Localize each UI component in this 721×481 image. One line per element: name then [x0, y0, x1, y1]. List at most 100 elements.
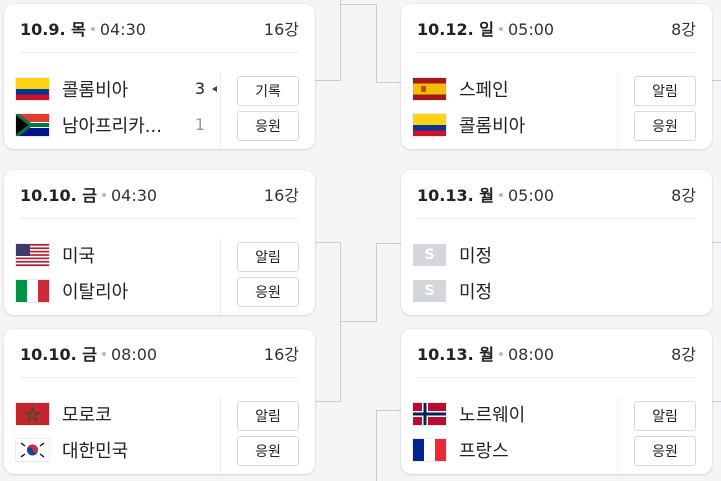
bracket-line: [315, 242, 340, 243]
match-time: 04:30: [99, 20, 146, 39]
match-time: 08:00: [507, 345, 555, 364]
tbd-flag-icon: S: [413, 280, 446, 302]
bracket-line: [340, 242, 341, 402]
bracket-line: [376, 410, 402, 411]
team-score: 3: [194, 79, 205, 98]
flag-colombia-icon: [413, 114, 446, 136]
match-date: 10.13. 월: [417, 345, 494, 364]
divider: [220, 72, 221, 149]
match-card[interactable]: 10.10. 금 04:30 16강미국이탈리아 알림응원: [4, 170, 315, 315]
flag-france-icon: [413, 439, 446, 461]
bracket-line: [340, 0, 341, 81]
match-header: 10.13. 월 08:00 8강: [417, 329, 696, 378]
match-date: 10.13. 월: [417, 186, 494, 205]
divider: [617, 72, 618, 149]
team-name: 미정: [459, 246, 493, 267]
separator-dot: [498, 27, 503, 31]
team-name: 스페인: [459, 80, 509, 101]
divider: [220, 238, 221, 315]
match-round: 16강: [263, 186, 299, 205]
cheer-button[interactable]: 응원: [237, 277, 299, 307]
match-round: 16강: [263, 345, 299, 364]
match-header: 10.10. 금 08:00 16강: [20, 329, 299, 378]
tbd-flag-icon: S: [413, 244, 446, 266]
match-time: 08:00: [110, 345, 158, 364]
team-name: 남아프리카...: [62, 116, 162, 137]
match-header: 10.10. 금 04:30 16강: [20, 170, 299, 219]
record-button[interactable]: 기록: [237, 76, 299, 106]
bracket-line: [712, 80, 721, 81]
notify-button[interactable]: 알림: [237, 401, 299, 431]
bracket-line: [376, 243, 377, 322]
team-row[interactable]: 대한민국: [16, 435, 128, 465]
bracket-line: [376, 4, 377, 82]
flag-morocco-icon: [16, 403, 49, 425]
team-row[interactable]: 이탈리아: [16, 276, 128, 306]
team-name: 프랑스: [459, 441, 509, 462]
match-time: 05:00: [507, 186, 555, 205]
team-row[interactable]: 콜롬비아: [413, 110, 525, 140]
match-card[interactable]: 10.13. 월 05:00 8강 S 미정 S 미정: [401, 170, 712, 315]
flag-usa-icon: [16, 244, 49, 266]
team-row[interactable]: 콜롬비아: [16, 74, 128, 104]
team-name: 이탈리아: [62, 282, 129, 303]
team-name: 콜롬비아: [459, 116, 526, 137]
separator-dot: [498, 352, 503, 356]
flag-italy-icon: [16, 280, 49, 302]
match-header: 10.9. 목 04:30 16강: [20, 4, 299, 53]
notify-button[interactable]: 알림: [237, 242, 299, 272]
flag-korea-icon: [16, 439, 49, 461]
flag-norway-icon: [413, 403, 446, 425]
separator-dot: [101, 193, 106, 197]
match-card[interactable]: 10.9. 목 04:30 16강 콜롬비아 3 남아프리카... 1 기록 응원: [4, 4, 315, 149]
match-round: 8강: [671, 20, 696, 39]
match-round: 8강: [671, 186, 696, 205]
team-row[interactable]: 남아프리카...: [16, 110, 162, 140]
bracket-line: [315, 80, 340, 81]
team-row[interactable]: 모로코: [16, 399, 112, 429]
match-time: 05:00: [507, 20, 555, 39]
divider: [617, 397, 618, 474]
match-date: 10.12. 일: [417, 20, 494, 39]
bracket-line: [376, 410, 377, 481]
cheer-button[interactable]: 응원: [237, 111, 299, 141]
bracket-line: [712, 401, 721, 402]
team-row[interactable]: 노르웨이: [413, 399, 525, 429]
bracket-line: [340, 321, 376, 322]
team-name: 콜롬비아: [62, 80, 129, 101]
team-name: 미국: [62, 246, 96, 267]
match-card[interactable]: 10.13. 월 08:00 8강노르웨이프랑스 알림응원: [401, 329, 712, 474]
cheer-button[interactable]: 응원: [237, 436, 299, 466]
bracket-line: [376, 243, 402, 244]
team-row[interactable]: 스페인: [413, 74, 509, 104]
team-name: 대한민국: [62, 441, 129, 462]
match-card[interactable]: 10.12. 일 05:00 8강스페인콜롬비아 알림응원: [401, 4, 712, 149]
notify-button[interactable]: 알림: [634, 76, 696, 106]
match-header: 10.12. 일 05:00 8강: [417, 4, 696, 53]
match-date: 10.9. 목: [20, 20, 86, 39]
bracket-line: [315, 401, 340, 402]
cheer-button[interactable]: 응원: [634, 111, 696, 141]
separator-dot: [90, 27, 95, 31]
bracket-line: [340, 4, 376, 5]
cheer-button[interactable]: 응원: [634, 436, 696, 466]
team-name: 미정: [459, 282, 493, 303]
separator-dot: [101, 352, 106, 356]
notify-button[interactable]: 알림: [634, 401, 696, 431]
flag-spain-icon: [413, 78, 446, 100]
separator-dot: [498, 193, 503, 197]
match-time: 04:30: [110, 186, 158, 205]
match-date: 10.10. 금: [20, 186, 97, 205]
match-round: 8강: [671, 345, 696, 364]
team-name: 노르웨이: [459, 405, 526, 426]
winner-marker-icon: [212, 86, 217, 92]
match-card[interactable]: 10.10. 금 08:00 16강 모로코 대한민국 알림 응원: [4, 329, 315, 474]
team-name: 모로코: [62, 405, 112, 426]
team-row[interactable]: 미국: [16, 240, 95, 270]
flag-colombia-icon: [16, 78, 49, 100]
team-row[interactable]: S 미정: [413, 240, 492, 270]
flag-south-africa-icon: [16, 114, 49, 136]
team-row[interactable]: 프랑스: [413, 435, 509, 465]
team-row[interactable]: S 미정: [413, 276, 492, 306]
match-round: 16강: [263, 20, 299, 39]
